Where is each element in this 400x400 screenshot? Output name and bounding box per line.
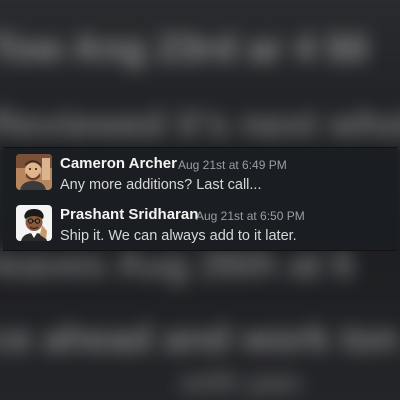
message-item[interactable]: Cameron Archer Aug 21st at 6:49 PM Any m… (3, 152, 397, 204)
blurred-text: ce ahead and work ton (0, 318, 400, 360)
message-item[interactable]: Prashant Sridharan Aug 21st at 6:50 PM S… (3, 203, 397, 255)
message-text: Ship it. We can always add to it later. (60, 228, 297, 244)
author-name[interactable]: Prashant Sridharan (60, 206, 198, 223)
blurred-text: Reviewed it's next whole (0, 104, 400, 146)
author-name[interactable]: Cameron Archer (60, 155, 177, 172)
blurred-text: with pan (180, 366, 302, 399)
message-thread: Cameron Archer Aug 21st at 6:49 PM Any m… (3, 147, 397, 251)
cartoon-avatar-icon[interactable] (16, 205, 52, 241)
message-text: Any more additions? Last call... (60, 177, 262, 193)
blurred-text: Tow Ang 23rd ar 4 50 (0, 28, 368, 70)
person-avatar-icon[interactable] (16, 154, 52, 190)
message-timestamp[interactable]: Aug 21st at 6:49 PM (178, 158, 287, 172)
message-timestamp[interactable]: Aug 21st at 6:50 PM (196, 209, 305, 223)
